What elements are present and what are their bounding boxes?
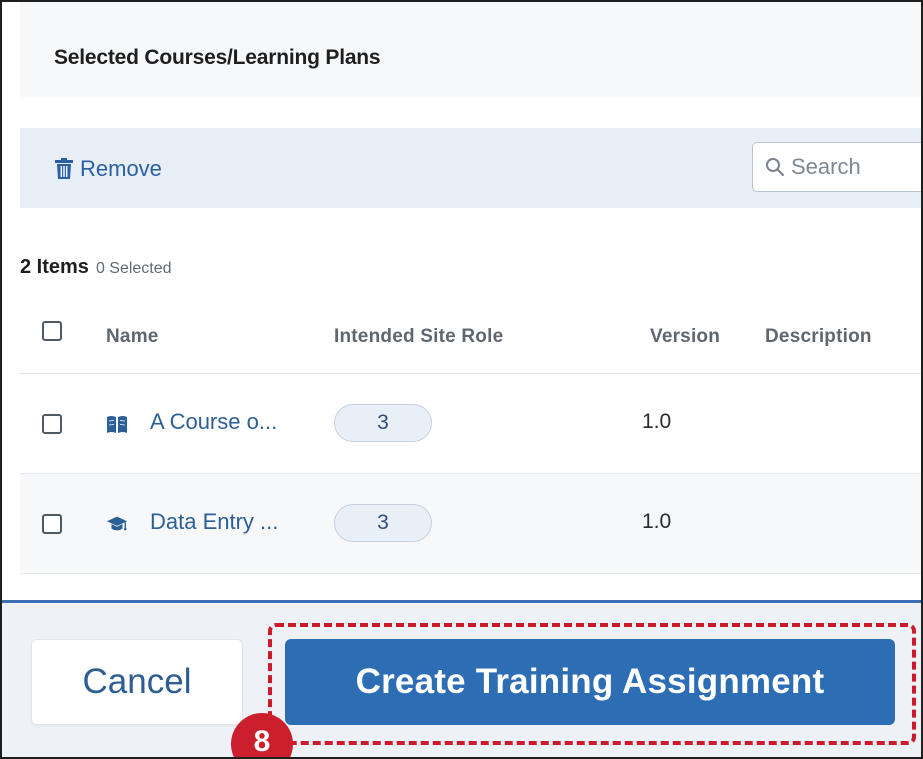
learning-plan-name-link[interactable]: Data Entry ...	[150, 509, 278, 535]
dialog-frame: Selected Courses/Learning Plans Remove 2…	[0, 0, 923, 759]
version-value: 1.0	[642, 410, 672, 433]
table-row: Data Entry ... 3 1.0	[20, 474, 921, 574]
search-input[interactable]	[791, 154, 921, 180]
panel-title: Selected Courses/Learning Plans	[54, 46, 381, 69]
select-all-checkbox[interactable]	[42, 321, 62, 341]
trash-icon	[55, 158, 73, 179]
table-toolbar: Remove	[20, 128, 921, 208]
version-value: 1.0	[642, 510, 672, 533]
remove-label: Remove	[80, 156, 162, 181]
remove-button[interactable]: Remove	[54, 154, 162, 184]
column-header-name[interactable]: Name	[106, 326, 159, 348]
column-header-version[interactable]: Version	[650, 326, 720, 348]
items-selected: 0 Selected	[95, 260, 172, 277]
dialog-footer: Cancel Create Training Assignment 8	[2, 600, 921, 757]
row-checkbox[interactable]	[42, 514, 62, 534]
panel-header: Selected Courses/Learning Plans	[20, 2, 921, 97]
graduation-cap-icon	[106, 516, 128, 531]
items-total: 2 Items	[20, 256, 89, 278]
column-header-description[interactable]: Description	[765, 326, 872, 348]
row-checkbox[interactable]	[42, 414, 62, 434]
column-header-intended-site-role[interactable]: Intended Site Role	[334, 326, 503, 348]
table-row: A Course o... 3 1.0	[20, 374, 921, 474]
create-training-assignment-button[interactable]: Create Training Assignment	[285, 639, 895, 725]
search-icon	[766, 158, 785, 177]
site-role-count-pill[interactable]: 3	[334, 504, 432, 542]
course-name-link[interactable]: A Course o...	[150, 409, 277, 435]
cancel-button[interactable]: Cancel	[31, 639, 243, 725]
open-book-icon	[107, 416, 127, 433]
site-role-count-pill[interactable]: 3	[334, 404, 432, 442]
table-header: Name Intended Site Role Version Descript…	[20, 306, 921, 374]
search-box[interactable]	[752, 142, 921, 192]
items-count: 2 Items 0 Selected	[20, 256, 172, 279]
courses-table: Name Intended Site Role Version Descript…	[20, 306, 921, 574]
